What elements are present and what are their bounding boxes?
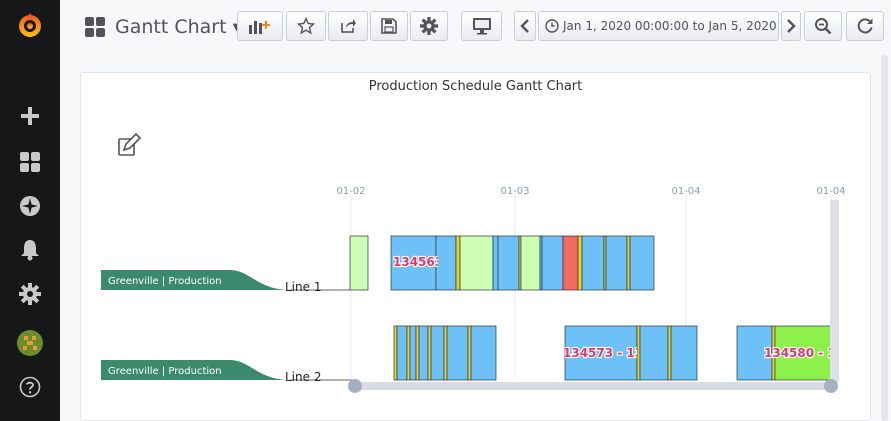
x-tick-label: 01-02 [336,186,365,197]
gantt-bar[interactable] [349,235,369,291]
gantt-bar[interactable] [467,325,472,381]
gantt-bar[interactable] [541,235,564,291]
row-line-label: Line 1 [285,280,321,294]
gantt-bar[interactable] [667,325,672,381]
gantt-bar[interactable] [427,325,432,381]
gantt-bar[interactable] [446,325,469,381]
x-tick-label: 01-04 [671,186,700,197]
gantt-chart: 01-02 01-03 01-04 01-04 134563134573 - 134 1… [101,132,852,393]
row-group-label: Greenville | Production [108,276,222,287]
row-group-label: Greenville | Production [108,366,222,377]
gantt-bar[interactable] [626,235,631,291]
slider-track [354,382,832,390]
gantt-bar[interactable] [581,235,605,291]
gantt-bar[interactable] [396,325,408,381]
x-tick-label: 01-03 [500,186,529,197]
slider-right-handle[interactable] [824,379,838,393]
gantt-bar[interactable] [520,235,541,291]
gantt-bar[interactable] [455,235,461,291]
slider-left-handle[interactable] [348,379,362,393]
gantt-bar-label: 134580 - 137 [764,346,852,360]
gantt-bar[interactable] [435,235,457,291]
gantt-bar[interactable] [393,325,398,381]
gantt-bar[interactable] [409,325,417,381]
gantt-bar[interactable] [418,325,429,381]
gantt-bar[interactable] [470,325,497,381]
gantt-bar[interactable] [636,325,641,381]
gantt-bar[interactable] [497,235,520,291]
gantt-bar[interactable] [577,235,583,291]
gantt-bar[interactable] [459,235,494,291]
gantt-bar[interactable] [430,325,445,381]
row-line-label: Line 2 [285,370,321,384]
gantt-bar[interactable] [415,325,420,381]
gantt-bar[interactable] [629,235,655,291]
gantt-bar[interactable] [639,325,669,381]
gantt-bar-label: 134563 [393,255,443,269]
gantt-bar[interactable] [443,325,448,381]
slider-right-bar [830,200,839,382]
gantt-bar[interactable] [562,235,579,291]
gantt-bar[interactable] [492,235,499,291]
x-tick-label: 01-04 [816,186,845,197]
gantt-bar[interactable] [605,235,628,291]
gantt-bar[interactable] [670,325,698,381]
gantt-bar[interactable] [406,325,411,381]
edit-icon[interactable] [118,132,142,156]
